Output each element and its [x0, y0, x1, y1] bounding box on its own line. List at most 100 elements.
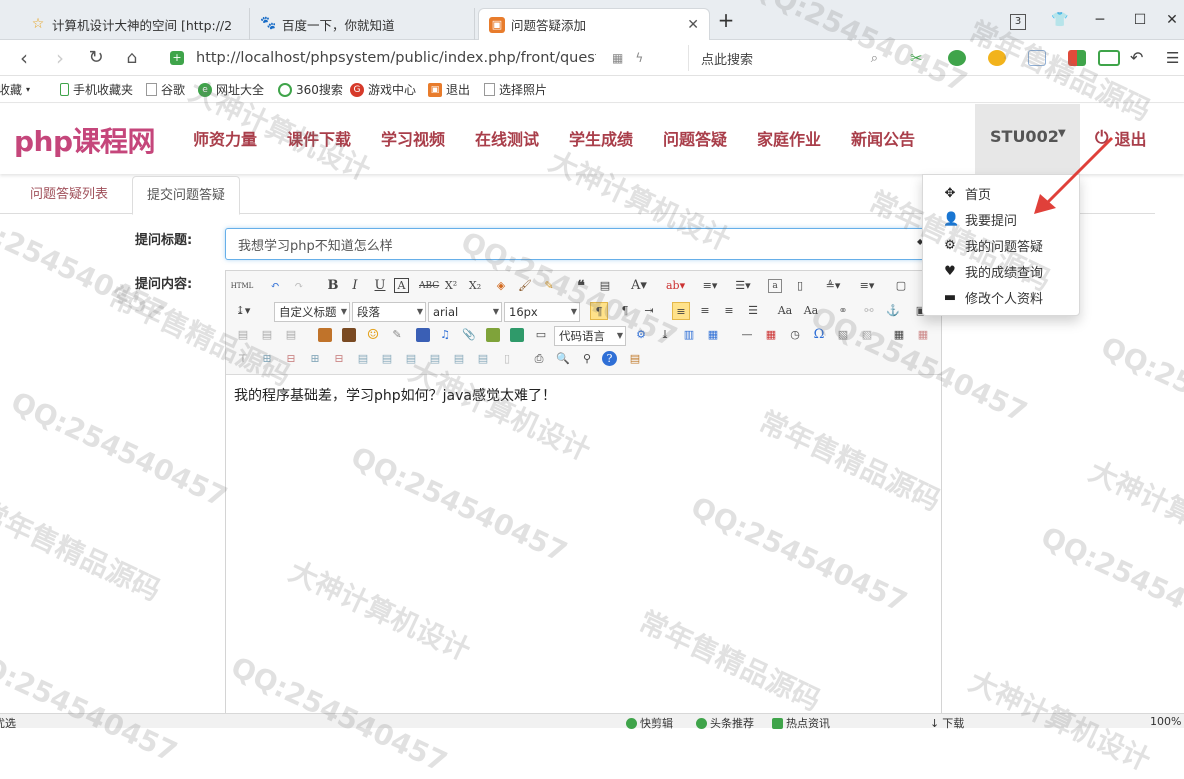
extension-yellow-icon[interactable] [988, 50, 1006, 66]
indent-icon[interactable]: ↨▾ [234, 302, 252, 320]
menu-icon[interactable]: ☰ [1166, 50, 1184, 66]
image-left-icon[interactable]: ▤ [258, 326, 276, 344]
insert-table-icon[interactable]: ▦ [890, 326, 908, 344]
time-icon[interactable]: ◷ [786, 326, 804, 344]
align-center-icon[interactable]: ≡ [696, 302, 714, 320]
code-language-select[interactable]: 代码语言 ▼ [554, 326, 626, 346]
font-border-icon[interactable]: A [394, 278, 409, 293]
map-icon[interactable] [486, 328, 500, 342]
delete-col-icon[interactable]: ⊟ [330, 350, 348, 368]
insert-row-icon[interactable]: ⊞ [258, 350, 276, 368]
close-icon[interactable]: ✕ [687, 17, 699, 33]
url-field[interactable]: + http://localhost/phpsystem/public/inde… [170, 45, 685, 71]
to-lowercase-icon[interactable]: Aa [802, 302, 820, 320]
anchor-icon[interactable]: ⚓ [884, 302, 902, 320]
gmap-icon[interactable] [510, 328, 524, 342]
preview-icon[interactable]: 🔍 [554, 350, 572, 368]
lightning-icon[interactable]: ϟ [635, 51, 643, 65]
undo-icon[interactable]: ↶ [266, 277, 284, 295]
strikethrough-icon[interactable]: ABC [419, 277, 439, 295]
nav-item-videos[interactable]: 学习视频 [381, 126, 445, 150]
status-item[interactable]: 热点资讯 [772, 715, 830, 731]
indent-right-icon[interactable]: ⇥ [640, 302, 658, 320]
special-char-icon[interactable]: Ω [810, 326, 828, 344]
nav-item-homework[interactable]: 家庭作业 [757, 126, 821, 150]
title-input[interactable] [225, 228, 935, 260]
forward-icon[interactable]: › [46, 44, 74, 72]
font-color-icon[interactable]: A▾ [630, 277, 648, 295]
link-icon[interactable]: ⚭ [834, 302, 852, 320]
bold-icon[interactable]: B [324, 277, 342, 295]
undo-icon[interactable]: ↶ [1130, 50, 1148, 66]
ltr-icon[interactable]: ¶ [590, 302, 608, 320]
page-break-icon[interactable]: ⤓ [656, 326, 674, 344]
image-icon[interactable] [318, 328, 332, 342]
format-brush-icon[interactable]: 🖌 [516, 277, 534, 295]
browser-tab-1[interactable]: ☆ 计算机设计大神的空间 [http://2 [20, 8, 250, 40]
status-item[interactable]: ↓ 下载 [930, 715, 964, 731]
emoticon-icon[interactable]: ☺ [364, 326, 382, 344]
favorite-item[interactable]: 360搜索 [278, 81, 343, 98]
html-icon[interactable]: HTML [230, 277, 254, 295]
nav-item-news[interactable]: 新闻公告 [851, 126, 915, 150]
favorite-item[interactable]: 谷歌 [146, 81, 185, 98]
row-spacing-bottom-icon[interactable]: ≡▾ [858, 277, 876, 295]
italic-icon[interactable]: I [346, 277, 364, 295]
dropdown-item-profile[interactable]: ▬ 修改个人资料 [923, 284, 1079, 310]
help-icon[interactable]: ? [602, 351, 617, 366]
dropdown-item-my-qa[interactable]: ⚙ 我的问题答疑 [923, 232, 1079, 258]
align-left-icon[interactable]: ≡ [672, 302, 690, 320]
draft-icon[interactable]: ▤ [626, 350, 644, 368]
line-height-icon[interactable]: ▢ [892, 277, 910, 295]
eraser-icon[interactable]: ◈ [492, 277, 510, 295]
tab-count-badge[interactable]: 3 [998, 6, 1038, 34]
delete-row-icon[interactable]: ⊟ [282, 350, 300, 368]
charts-icon[interactable]: ▯ [498, 350, 516, 368]
nav-item-teachers[interactable]: 师资力量 [193, 126, 257, 150]
status-item[interactable]: 快剪辑 [626, 715, 673, 731]
align-right-icon[interactable]: ≡ [720, 302, 738, 320]
font-family-select[interactable]: arial ▼ [428, 302, 502, 322]
nav-item-qa[interactable]: 问题答疑 [663, 126, 727, 150]
background-color-icon[interactable]: ab▾ [666, 277, 685, 295]
font-size-select[interactable]: 16px ▼ [504, 302, 580, 322]
split-rows-icon[interactable]: ▤ [450, 350, 468, 368]
paragraph-select[interactable]: 段落 ▼ [352, 302, 426, 322]
blockquote-icon[interactable]: ❝ [572, 277, 590, 295]
extension-green-icon[interactable] [948, 50, 966, 66]
scrawl-icon[interactable]: ✎ [388, 326, 406, 344]
image-right-icon[interactable]: ▤ [282, 326, 300, 344]
shirt-icon[interactable]: 👕 [1040, 6, 1080, 34]
editor-content[interactable]: 我的程序基础差，学习php如何？java感觉太难了！ [234, 385, 556, 405]
nav-item-tests[interactable]: 在线测试 [475, 126, 539, 150]
reload-icon[interactable]: ↻ [82, 44, 110, 72]
row-spacing-top-icon[interactable]: ≜▾ [824, 277, 842, 295]
print-icon[interactable]: ⎙ [530, 350, 548, 368]
favorite-item[interactable]: 选择照片 [484, 81, 547, 98]
new-tab-button[interactable]: + [706, 6, 746, 34]
unlink-icon[interactable]: ⚯ [860, 302, 878, 320]
dropdown-item-my-grades[interactable]: ♥ 我的成绩查询 [923, 258, 1079, 284]
paste-text-icon[interactable]: ▤ [596, 277, 614, 295]
favorite-item[interactable]: 收藏 ▾ [0, 81, 30, 98]
insert-paragraph-before-table-icon[interactable]: ⊤ [234, 350, 252, 368]
underline-icon[interactable]: U [371, 277, 389, 295]
background-icon[interactable]: ▦ [704, 326, 722, 344]
home-icon[interactable]: ⌂ [118, 44, 146, 72]
align-justify-icon[interactable]: ☰ [744, 302, 762, 320]
site-logo[interactable]: php课程网 [14, 120, 156, 160]
minimize-button[interactable]: ─ [1080, 6, 1120, 34]
nav-item-downloads[interactable]: 课件下载 [287, 126, 351, 150]
scissors-icon[interactable]: ✂ [910, 50, 928, 66]
date-icon[interactable]: ▦ [762, 326, 780, 344]
extension-image-icon[interactable] [1028, 50, 1046, 66]
web-app-icon[interactable]: ⚙ [632, 326, 650, 344]
multi-image-icon[interactable] [342, 328, 356, 342]
custom-title-select[interactable]: 自定义标题 ▼ [274, 302, 350, 322]
browser-tab-2[interactable]: 🐾 百度一下，你就知道 [250, 8, 475, 40]
browser-tab-3[interactable]: ▣ 问题答疑添加 ✕ [478, 8, 710, 40]
window-close-button[interactable]: ✕ [1152, 6, 1184, 34]
music-icon[interactable]: ♫ [436, 326, 454, 344]
favorite-item[interactable]: ▣ 退出 [428, 81, 470, 98]
redo-icon[interactable]: ↷ [290, 277, 308, 295]
